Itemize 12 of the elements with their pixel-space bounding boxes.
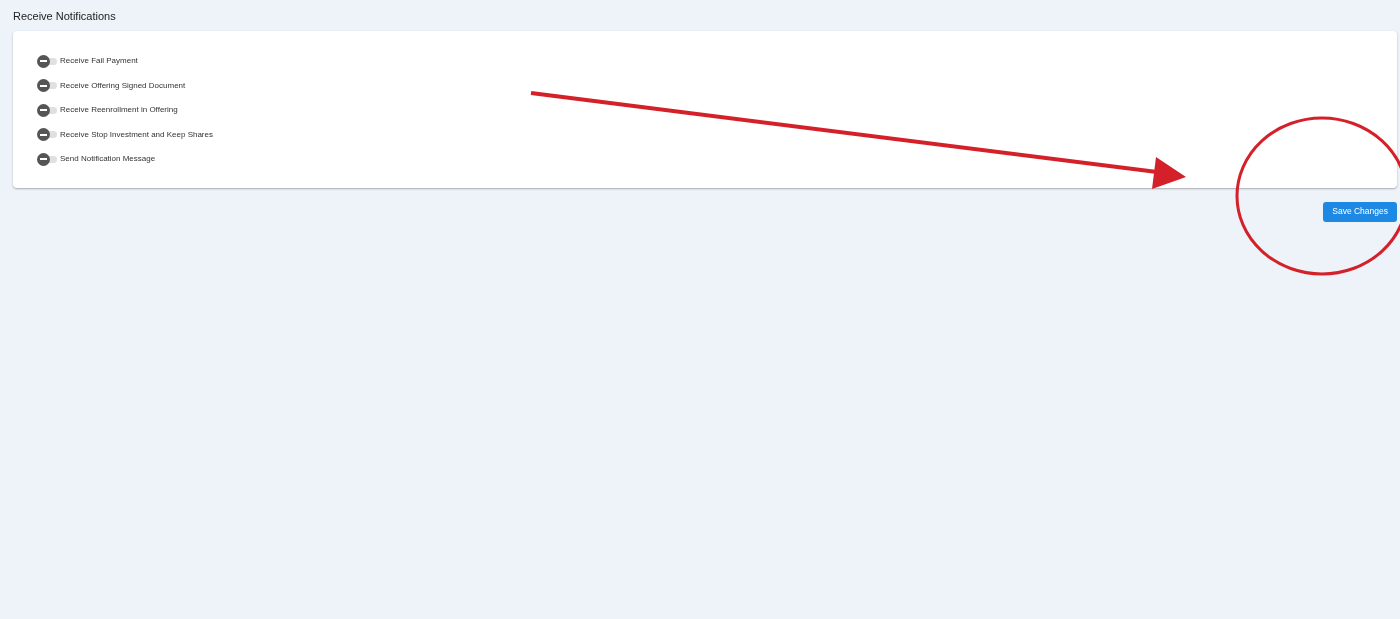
toggle-switch[interactable] <box>37 152 58 166</box>
section-title: Receive Notifications <box>13 9 116 24</box>
toggle-label: Receive Offering Signed Document <box>60 79 186 92</box>
save-button[interactable]: Save Changes <box>1323 201 1397 222</box>
toggle-switch[interactable] <box>37 54 58 68</box>
toggle-label: Send Notification Message <box>60 153 156 166</box>
toggle-label: Receive Stop Investment and Keep Shares <box>60 128 213 141</box>
toggle-label: Receive Reenrollment in Offering <box>60 104 178 117</box>
toggle-switch[interactable] <box>37 79 58 93</box>
toggle-switch[interactable] <box>37 103 58 117</box>
toggle-label: Receive Fail Payment <box>60 55 138 68</box>
toggle-switch[interactable] <box>37 128 58 142</box>
